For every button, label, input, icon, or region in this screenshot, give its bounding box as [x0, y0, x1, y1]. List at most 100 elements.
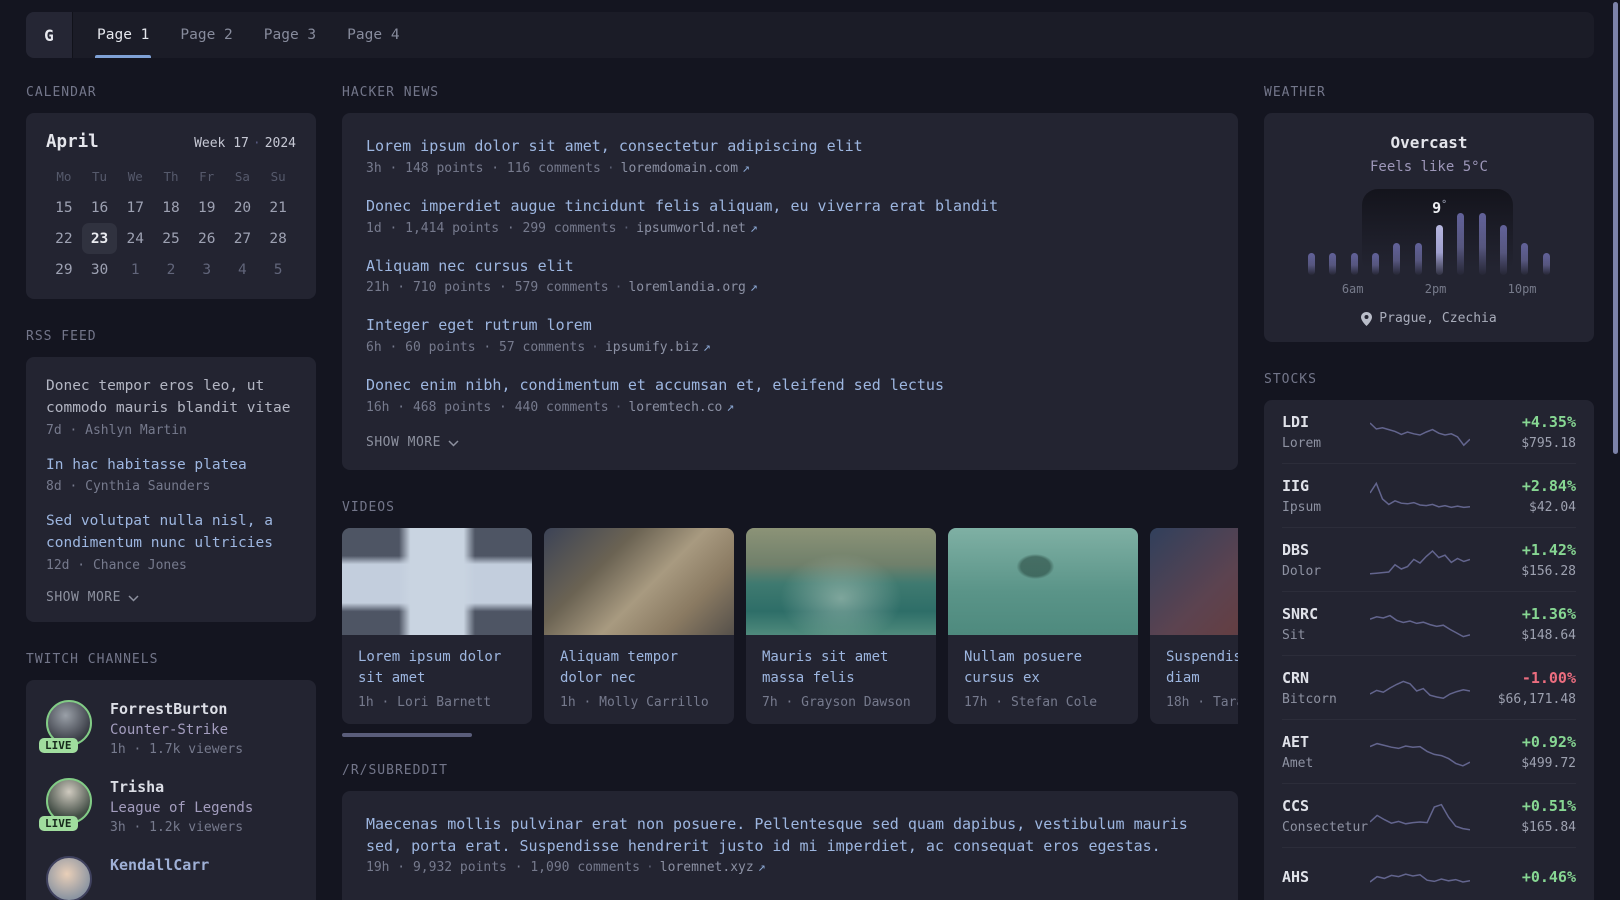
stock-name: Amet	[1282, 756, 1314, 771]
rss-widget: Donec tempor eros leo, ut commodo mauris…	[26, 357, 316, 622]
tab-page-4[interactable]: Page 4	[345, 12, 401, 58]
calendar-widget: April Week 17 · 2024 Mo Tu We Th Fr Sa Su …	[26, 113, 316, 299]
chevron-down-icon	[448, 440, 459, 447]
weather-bar	[1308, 253, 1316, 275]
hn-story-title[interactable]: Aliquam nec cursus elit	[366, 256, 1214, 278]
calendar-day: 1	[130, 261, 140, 278]
stock-row[interactable]: AHS +0.46%	[1282, 847, 1576, 900]
page-scrollbar[interactable]	[1613, 2, 1618, 454]
rss-item-title[interactable]: Sed volutpat nulla nisl, a condimentum n…	[46, 511, 296, 555]
stock-symbol: CRN	[1282, 669, 1310, 687]
hn-story-domain[interactable]: ipsumify.biz	[605, 340, 699, 355]
page-tabs: Page 1 Page 2 Page 3 Page 4	[95, 12, 402, 58]
video-title[interactable]: Mauris sit amet massa felis	[762, 647, 920, 689]
video-thumbnail[interactable]	[1150, 527, 1238, 635]
hn-story-title[interactable]: Donec enim nibh, condimentum et accumsan…	[366, 375, 1214, 397]
hn-story-domain[interactable]: ipsumworld.net	[636, 221, 746, 236]
stock-row[interactable]: LDI Lorem +4.35% $795.18	[1282, 400, 1576, 463]
hn-story-title[interactable]: Donec imperdiet augue tincidunt felis al…	[366, 196, 1214, 218]
hn-story-meta: 1d · 1,414 points · 299 comments	[366, 220, 617, 236]
stock-row[interactable]: DBS Dolor +1.42% $156.28	[1282, 527, 1576, 591]
hour-label	[1537, 282, 1557, 296]
hn-story-title[interactable]: Integer eget rutrum lorem	[366, 315, 1214, 337]
rss-show-more-button[interactable]: SHOW MORE	[46, 590, 296, 605]
avatar[interactable]	[46, 855, 92, 900]
stock-symbol: DBS	[1282, 541, 1310, 559]
stock-change: +0.51%	[1521, 797, 1576, 815]
weather-bar	[1414, 243, 1422, 275]
stock-sparkline	[1370, 481, 1470, 509]
video-thumbnail[interactable]	[948, 527, 1138, 635]
weather-bar	[1542, 253, 1550, 275]
reddit-post-title[interactable]: Maecenas mollis pulvinar erat non posuer…	[366, 814, 1214, 858]
stock-row[interactable]: CCS Consectetur +0.51% $165.84	[1282, 783, 1576, 847]
twitch-channel-name[interactable]: ForrestBurton	[110, 700, 243, 718]
hn-story-meta: 16h · 468 points · 440 comments	[366, 399, 609, 415]
reddit-post: Maecenas mollis pulvinar erat non posuer…	[366, 814, 1214, 876]
hour-label	[1467, 282, 1487, 296]
rss-item-title[interactable]: In hac habitasse platea	[46, 455, 296, 477]
stock-row[interactable]: IIG Ipsum +2.84% $42.04	[1282, 463, 1576, 527]
video-title[interactable]: Aliquam tempor dolor nec pharetra…	[560, 647, 718, 689]
twitch-channel-meta: 3h · 1.2k viewers	[110, 819, 244, 835]
show-more-label: SHOW MORE	[46, 589, 121, 605]
stock-row[interactable]: SNRC Sit +1.36% $148.64	[1282, 591, 1576, 655]
hn-story-domain[interactable]: loremlandia.org	[628, 280, 745, 295]
stock-price: $148.64	[1521, 628, 1576, 643]
dot-separator: ·	[614, 399, 623, 415]
left-column: CALENDAR April Week 17 · 2024 Mo Tu We Th …	[26, 85, 316, 900]
top-nav: G Page 1 Page 2 Page 3 Page 4	[26, 12, 1594, 58]
weather-bar	[1500, 225, 1508, 275]
calendar-day: 21	[269, 199, 287, 216]
twitch-widget: LIVE ForrestBurton Counter-Strike 1h · 1…	[26, 679, 316, 900]
weather-bar	[1457, 213, 1465, 275]
video-thumbnail[interactable]	[544, 527, 734, 635]
video-thumbnail[interactable]	[746, 527, 936, 635]
video-thumbnail[interactable]	[342, 527, 532, 635]
video-title[interactable]: Suspendisse diam	[1166, 647, 1238, 689]
tab-page-3[interactable]: Page 3	[262, 12, 318, 58]
calendar-day: 4	[238, 261, 247, 278]
calendar-section-title: CALENDAR	[26, 85, 97, 100]
video-card: Aliquam tempor dolor nec pharetra… 1h · …	[544, 527, 734, 724]
tab-page-1[interactable]: Page 1	[95, 12, 152, 58]
video-card: Lorem ipsum dolor sit amet consectetu… 1…	[342, 527, 532, 724]
stock-symbol: AET	[1282, 733, 1310, 751]
rss-item: Donec tempor eros leo, ut commodo mauris…	[46, 376, 296, 438]
hn-show-more-button[interactable]: SHOW MORE	[366, 435, 1214, 450]
calendar-day: 22	[55, 230, 73, 247]
video-meta: 7h · Grayson Dawson	[762, 694, 911, 710]
weekday-label: Tu	[92, 169, 108, 184]
twitch-game-name: League of Legends	[110, 799, 254, 816]
avatar[interactable]: LIVE	[39, 777, 92, 831]
stock-symbol: LDI	[1282, 413, 1310, 431]
hn-story-meta: 21h · 710 points · 579 comments	[366, 280, 609, 296]
weekday-label: Fr	[199, 169, 215, 184]
videos-scrollbar[interactable]	[342, 732, 1238, 737]
reddit-post-domain[interactable]: loremnet.xyz	[660, 860, 754, 875]
weather-condition: Overcast	[1390, 133, 1468, 152]
hn-story-title[interactable]: Lorem ipsum dolor sit amet, consectetur …	[366, 136, 1214, 158]
twitch-channel-name[interactable]: Trisha	[110, 778, 253, 796]
video-title[interactable]: Lorem ipsum dolor sit amet consectetu…	[358, 647, 516, 689]
stock-sparkline	[1370, 803, 1470, 831]
twitch-channel-name[interactable]: KendallCarr	[110, 856, 209, 874]
hn-story-domain[interactable]: loremtech.co	[628, 400, 722, 415]
stock-sparkline	[1370, 614, 1470, 638]
tab-page-2[interactable]: Page 2	[178, 12, 234, 58]
stock-change: +4.35%	[1521, 413, 1576, 431]
avatar[interactable]: LIVE	[39, 699, 92, 753]
stock-change: +2.84%	[1521, 477, 1576, 495]
video-title[interactable]: Nullam posuere cursus ex	[964, 647, 1122, 689]
hn-story-domain[interactable]: loremdomain.com	[621, 161, 738, 176]
hour-label: 6am	[1341, 282, 1364, 296]
dot-separator: ·	[614, 280, 623, 296]
stock-price: $795.18	[1521, 436, 1576, 451]
hour-label: 10pm	[1507, 282, 1537, 296]
stock-row[interactable]: AET Amet +0.92% $499.72	[1282, 719, 1576, 783]
rss-item-title[interactable]: Donec tempor eros leo, ut commodo mauris…	[46, 376, 296, 420]
dot-separator: ·	[606, 160, 615, 176]
videos-scrollbar-thumb[interactable]	[342, 732, 472, 737]
current-temp-label: 9°	[1432, 199, 1448, 217]
stock-row[interactable]: CRN Bitcorn -1.00% $66,171.48	[1282, 655, 1576, 719]
